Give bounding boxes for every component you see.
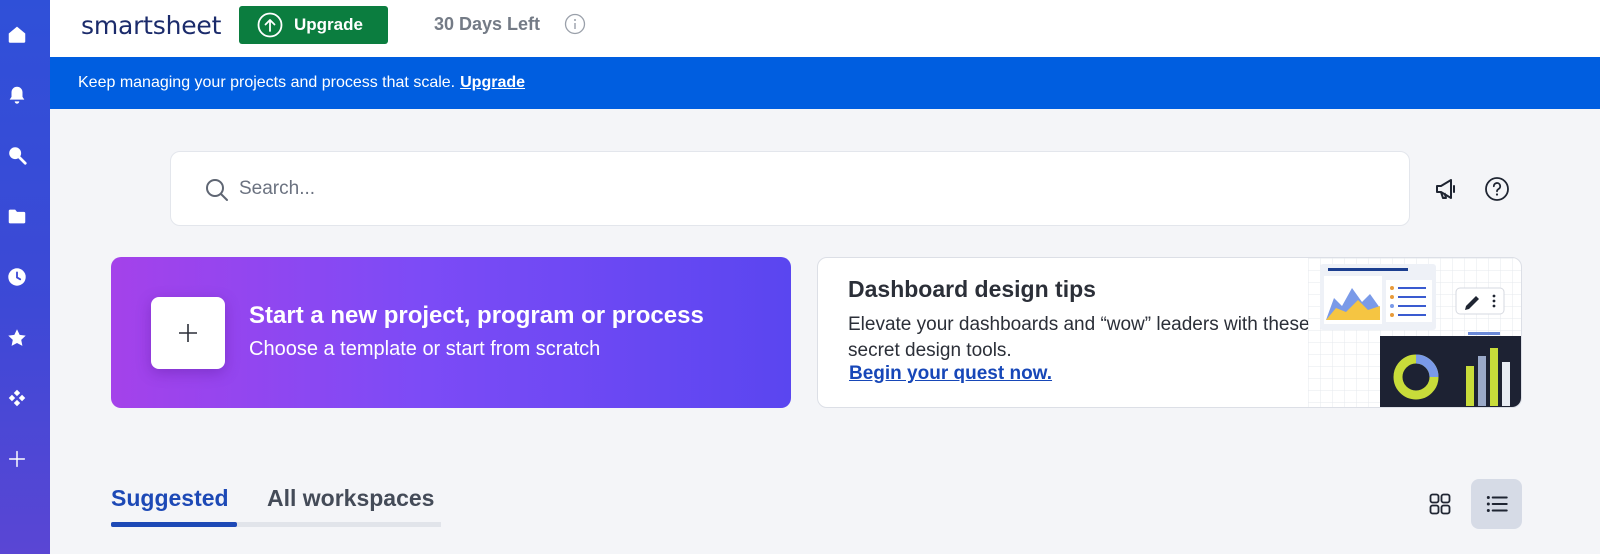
help-icon[interactable] <box>1484 176 1510 202</box>
upgrade-button-label: Upgrade <box>294 15 363 34</box>
dashboard-tips-card[interactable]: Dashboard design tips Elevate your dashb… <box>817 257 1522 408</box>
search-icon[interactable] <box>0 138 34 172</box>
apps-icon[interactable] <box>0 381 34 415</box>
new-project-card[interactable]: Start a new project, program or process … <box>111 257 791 408</box>
new-project-subtitle: Choose a template or start from scratch <box>249 338 601 360</box>
search-box <box>170 151 1410 226</box>
top-bar: smartsheet Upgrade 30 Days Left <box>50 0 1600 57</box>
bell-icon[interactable] <box>0 78 34 112</box>
grid-view-button[interactable] <box>1422 486 1458 522</box>
workspace-tabs: Suggested All workspaces <box>111 482 441 528</box>
clock-icon[interactable] <box>0 260 34 294</box>
search-icon <box>206 179 228 201</box>
tips-body: Elevate your dashboards and “wow” leader… <box>848 314 1310 361</box>
nav-rail <box>0 0 50 554</box>
banner-upgrade-link[interactable]: Upgrade <box>460 74 525 92</box>
list-view-icon <box>1486 495 1508 513</box>
folder-icon[interactable] <box>0 199 34 233</box>
info-icon[interactable] <box>564 13 586 35</box>
tab-all-workspaces[interactable]: All workspaces <box>267 485 434 512</box>
megaphone-icon[interactable] <box>1432 175 1460 203</box>
dashboard-illustration <box>1308 258 1521 407</box>
smartsheet-logo[interactable]: smartsheet <box>81 11 221 40</box>
active-tab-indicator <box>111 522 237 527</box>
search-input[interactable] <box>239 170 1379 208</box>
tab-suggested[interactable]: Suggested <box>111 485 229 512</box>
plus-icon <box>179 324 197 342</box>
new-project-plus-button[interactable] <box>151 297 225 369</box>
list-view-button[interactable] <box>1471 479 1522 529</box>
plus-icon[interactable] <box>0 442 34 476</box>
upgrade-button[interactable]: Upgrade <box>239 6 388 44</box>
tips-link[interactable]: Begin your quest now. <box>849 363 1052 385</box>
trial-days-left: 30 Days Left <box>434 14 541 34</box>
home-icon[interactable] <box>0 17 34 51</box>
arrow-up-circle-icon <box>257 12 283 38</box>
upgrade-banner: Keep managing your projects and process … <box>50 57 1600 109</box>
new-project-title: Start a new project, program or process <box>249 302 704 329</box>
banner-message: Keep managing your projects and process … <box>78 74 456 91</box>
star-icon[interactable] <box>0 321 34 355</box>
grid-view-icon <box>1429 493 1451 515</box>
tips-title: Dashboard design tips <box>848 276 1096 302</box>
